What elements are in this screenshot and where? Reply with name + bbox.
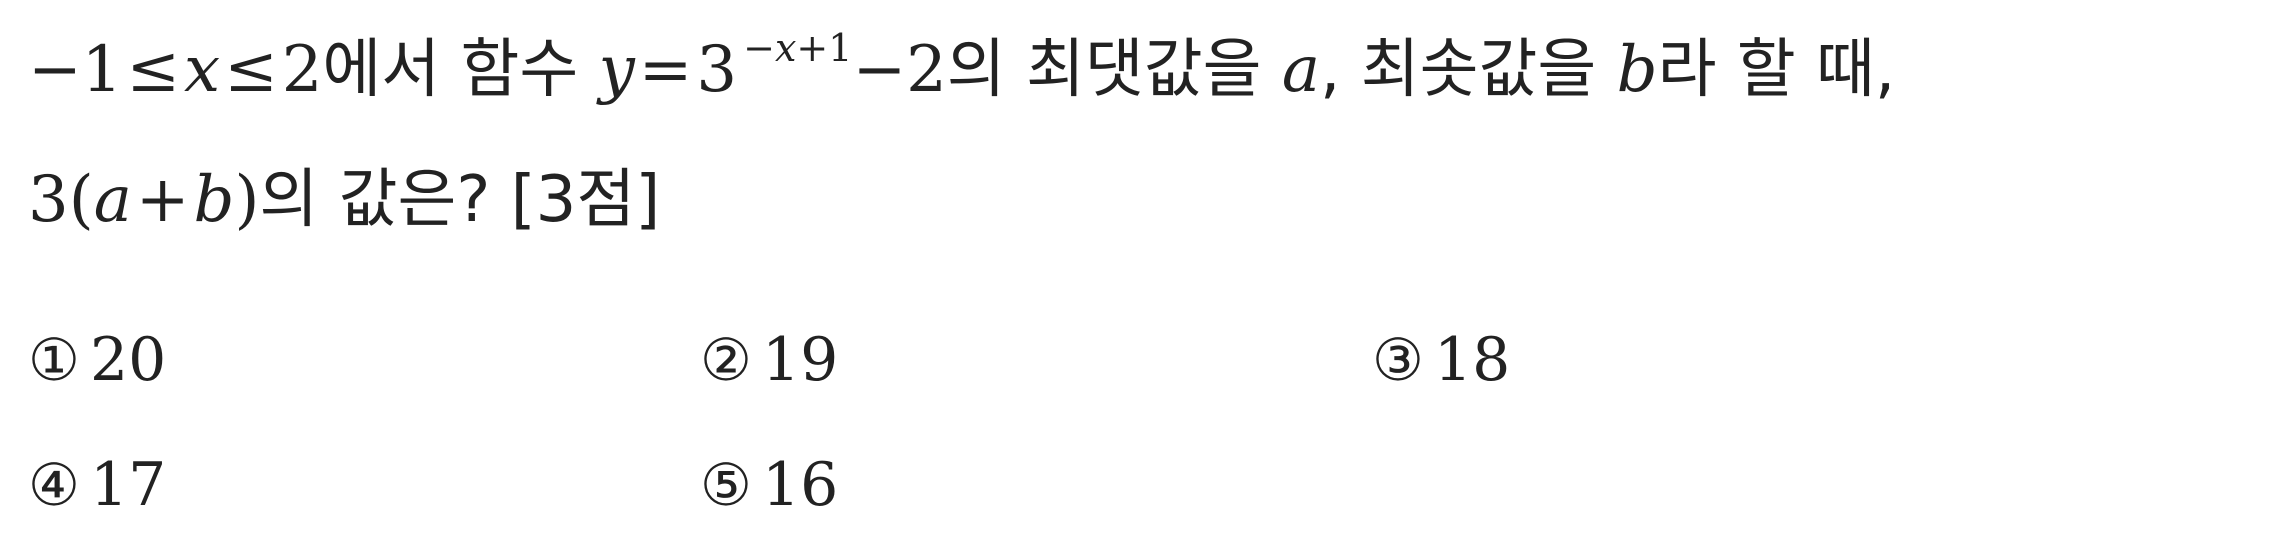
choice-number: ② xyxy=(700,326,752,394)
choice-number: ④ xyxy=(28,451,80,519)
math-paren: ( xyxy=(68,163,94,237)
math-operator: ≤ xyxy=(224,33,278,107)
math-operator: ≤ xyxy=(126,33,180,107)
math-operator: + xyxy=(135,163,190,237)
math-term: 3 xyxy=(696,33,738,107)
math-term: −1 xyxy=(28,33,123,107)
exponent: −x+1 xyxy=(743,26,852,70)
math-variable: a xyxy=(93,163,132,237)
math-paren: ) xyxy=(234,163,260,237)
choice-value: 19 xyxy=(762,325,839,395)
choice-value: 20 xyxy=(90,325,167,395)
math-variable: y xyxy=(598,33,635,107)
math-variable: b xyxy=(193,163,235,237)
question-line-1: −1≤x≤2에서 함수 y=3 −x+1−2의 최댓값을 a, 최솟값을 b라 할… xyxy=(28,29,1895,102)
math-variable: b xyxy=(1616,33,1658,107)
choice-value: 16 xyxy=(762,450,839,520)
math-term: +1 xyxy=(796,26,853,70)
choice-number: ① xyxy=(28,326,80,394)
choice-2[interactable]: ② 19 xyxy=(700,330,838,390)
question-text: , 최솟값을 xyxy=(1320,33,1617,107)
math-term: 3 xyxy=(28,163,69,237)
math-variable: a xyxy=(1281,33,1321,107)
question-line-2: 3(a+b)의 값은? [3점] xyxy=(28,168,660,232)
choice-value: 18 xyxy=(1434,325,1511,395)
choice-number: ③ xyxy=(1372,326,1424,394)
question-text: 의 값은? [3점] xyxy=(259,163,661,237)
question-text: 의 최댓값을 xyxy=(946,33,1282,107)
math-variable: x xyxy=(183,33,221,107)
math-term: 2 xyxy=(281,33,323,107)
choice-4[interactable]: ④ 17 xyxy=(28,455,166,515)
math-term: −2 xyxy=(852,33,947,107)
question-text: 에서 함수 xyxy=(322,33,599,107)
choice-5[interactable]: ⑤ 16 xyxy=(700,455,838,515)
choice-3[interactable]: ③ 18 xyxy=(1372,330,1510,390)
choice-1[interactable]: ① 20 xyxy=(28,330,166,390)
math-operator: = xyxy=(638,33,693,107)
math-operator: − xyxy=(743,26,775,70)
math-variable: x xyxy=(774,26,797,70)
choice-number: ⑤ xyxy=(700,451,752,519)
choice-value: 17 xyxy=(90,450,167,520)
question-text: 라 할 때, xyxy=(1657,33,1896,107)
